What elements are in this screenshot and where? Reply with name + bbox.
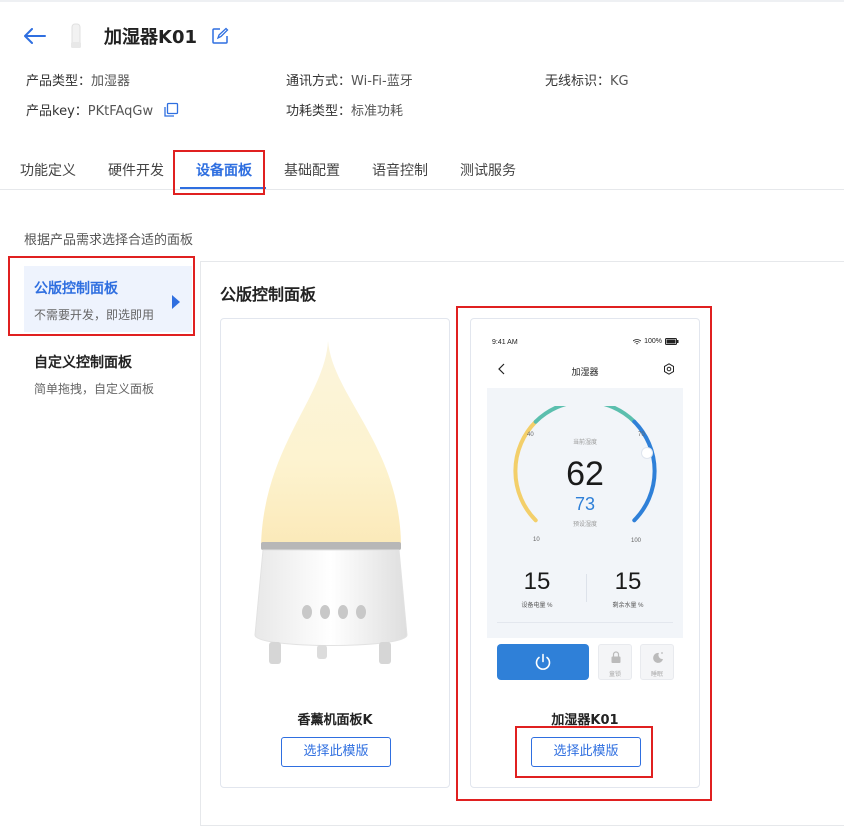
set-humidity-value: 73 [574, 494, 596, 514]
side-item-custom-panel[interactable]: 自定义控制面板 简单拖拽，自定义面板 [24, 352, 192, 402]
active-tab-underline [180, 187, 266, 189]
battery-icon [665, 338, 679, 345]
battery-stat: 15 设备电量 % [492, 568, 582, 609]
lock-icon [611, 651, 621, 663]
child-lock-button: 童锁 [598, 644, 632, 680]
meta-value: PKtFAqGw [87, 104, 154, 119]
gauge-tick: 100 [631, 538, 642, 544]
meta-label: 通讯方式： [286, 74, 352, 89]
power-icon [535, 653, 551, 670]
back-arrow-icon[interactable] [24, 24, 48, 48]
meta-comm: 通讯方式：Wi-Fi-蓝牙 [286, 70, 413, 89]
meta-product-type: 产品类型：加湿器 [26, 70, 130, 89]
phone-preview: 9:41 AM 100% 加湿器 当前湿度 62 73 预设湿度 40 70 1… [485, 333, 685, 688]
meta-value: KG [610, 74, 629, 89]
set-humidity-caption: 预设湿度 [572, 522, 597, 528]
meta-product-key: 产品key：PKtFAqGw [26, 100, 179, 119]
status-battery: 100% [633, 338, 679, 345]
tab-basic-config[interactable]: 基础配置 [284, 160, 340, 180]
current-humidity-caption: 当前湿度 [572, 440, 597, 446]
aroma-diffuser-image [254, 341, 408, 664]
water-stat: 15 剩余水量 % [583, 568, 673, 609]
tab-device-panel[interactable]: 设备面板 [196, 160, 252, 180]
template-card[interactable]: 香薰机面板K 选择此模版 [220, 318, 450, 788]
caret-right-icon [172, 295, 180, 309]
select-template-button[interactable]: 选择此模版 [281, 737, 391, 767]
meta-wireless: 无线标识：KG [545, 70, 629, 89]
copy-icon[interactable] [163, 102, 179, 118]
wifi-icon [633, 338, 642, 344]
stat-caption: 剩余水量 % [612, 603, 644, 609]
meta-label: 产品类型： [26, 74, 92, 89]
meta-value: 标准功耗 [351, 104, 404, 119]
sleep-button: 睡眠 [640, 644, 674, 680]
tab-voice-control[interactable]: 语音控制 [372, 160, 428, 180]
battery-text: 100% [644, 338, 662, 345]
template-name: 香薰机面板K [297, 713, 373, 728]
product-header: 加湿器K01 [24, 20, 229, 52]
phone-title: 加湿器 [571, 367, 599, 377]
meta-value: Wi-Fi-蓝牙 [351, 74, 413, 89]
panel-hint: 根据产品需求选择合适的面板 [24, 233, 194, 248]
side-item-title: 公版控制面板 [34, 281, 118, 297]
sleep-caption: 睡眠 [650, 672, 663, 678]
sleep-icon [653, 652, 663, 663]
stat-caption: 设备电量 % [521, 603, 553, 609]
tab-bar: 功能定义 硬件开发 设备面板 基础配置 语音控制 测试服务 [0, 150, 844, 190]
stat-value: 15 [523, 568, 551, 595]
tab-test-service[interactable]: 测试服务 [460, 160, 516, 180]
phone-settings-icon [664, 363, 674, 375]
page: 加湿器K01 产品类型：加湿器 通讯方式：Wi-Fi-蓝牙 无线标识：KG 产品… [0, 0, 844, 829]
gauge-tick: 10 [533, 537, 540, 543]
meta-label: 功耗类型： [286, 104, 352, 119]
meta-power: 功耗类型：标准功耗 [286, 100, 403, 119]
gauge-tick: 70 [638, 432, 645, 438]
humidity-panel: 当前湿度 62 73 预设湿度 40 70 10 100 15 设备电量 % 1… [487, 388, 683, 638]
status-time: 9:41 AM [492, 339, 518, 346]
side-item-subtitle: 不需要开发，即选即用 [34, 308, 155, 322]
top-border [0, 0, 844, 2]
side-item-subtitle: 简单拖拽，自定义面板 [34, 382, 155, 396]
power-button [497, 644, 589, 680]
panel-divider [497, 622, 673, 623]
template-name: 加湿器K01 [551, 713, 619, 728]
meta-label: 产品key： [26, 104, 88, 119]
tab-function-definition[interactable]: 功能定义 [20, 160, 76, 180]
meta-label: 无线标识： [545, 74, 611, 89]
select-template-button[interactable]: 选择此模版 [531, 737, 641, 767]
side-item-title: 自定义控制面板 [34, 355, 132, 371]
current-humidity-value: 62 [566, 455, 604, 493]
side-item-public-panel[interactable]: 公版控制面板 不需要开发，即选即用 [24, 266, 192, 332]
tab-hardware-dev[interactable]: 硬件开发 [108, 160, 164, 180]
lock-caption: 童锁 [608, 672, 621, 678]
stat-value: 15 [614, 568, 642, 595]
gauge-tick: 40 [527, 432, 534, 438]
edit-icon[interactable] [211, 27, 229, 45]
panel-title: 公版控制面板 [220, 285, 317, 304]
product-thumbnail-icon [68, 22, 84, 50]
meta-value: 加湿器 [91, 74, 131, 89]
product-title: 加湿器K01 [104, 27, 197, 48]
